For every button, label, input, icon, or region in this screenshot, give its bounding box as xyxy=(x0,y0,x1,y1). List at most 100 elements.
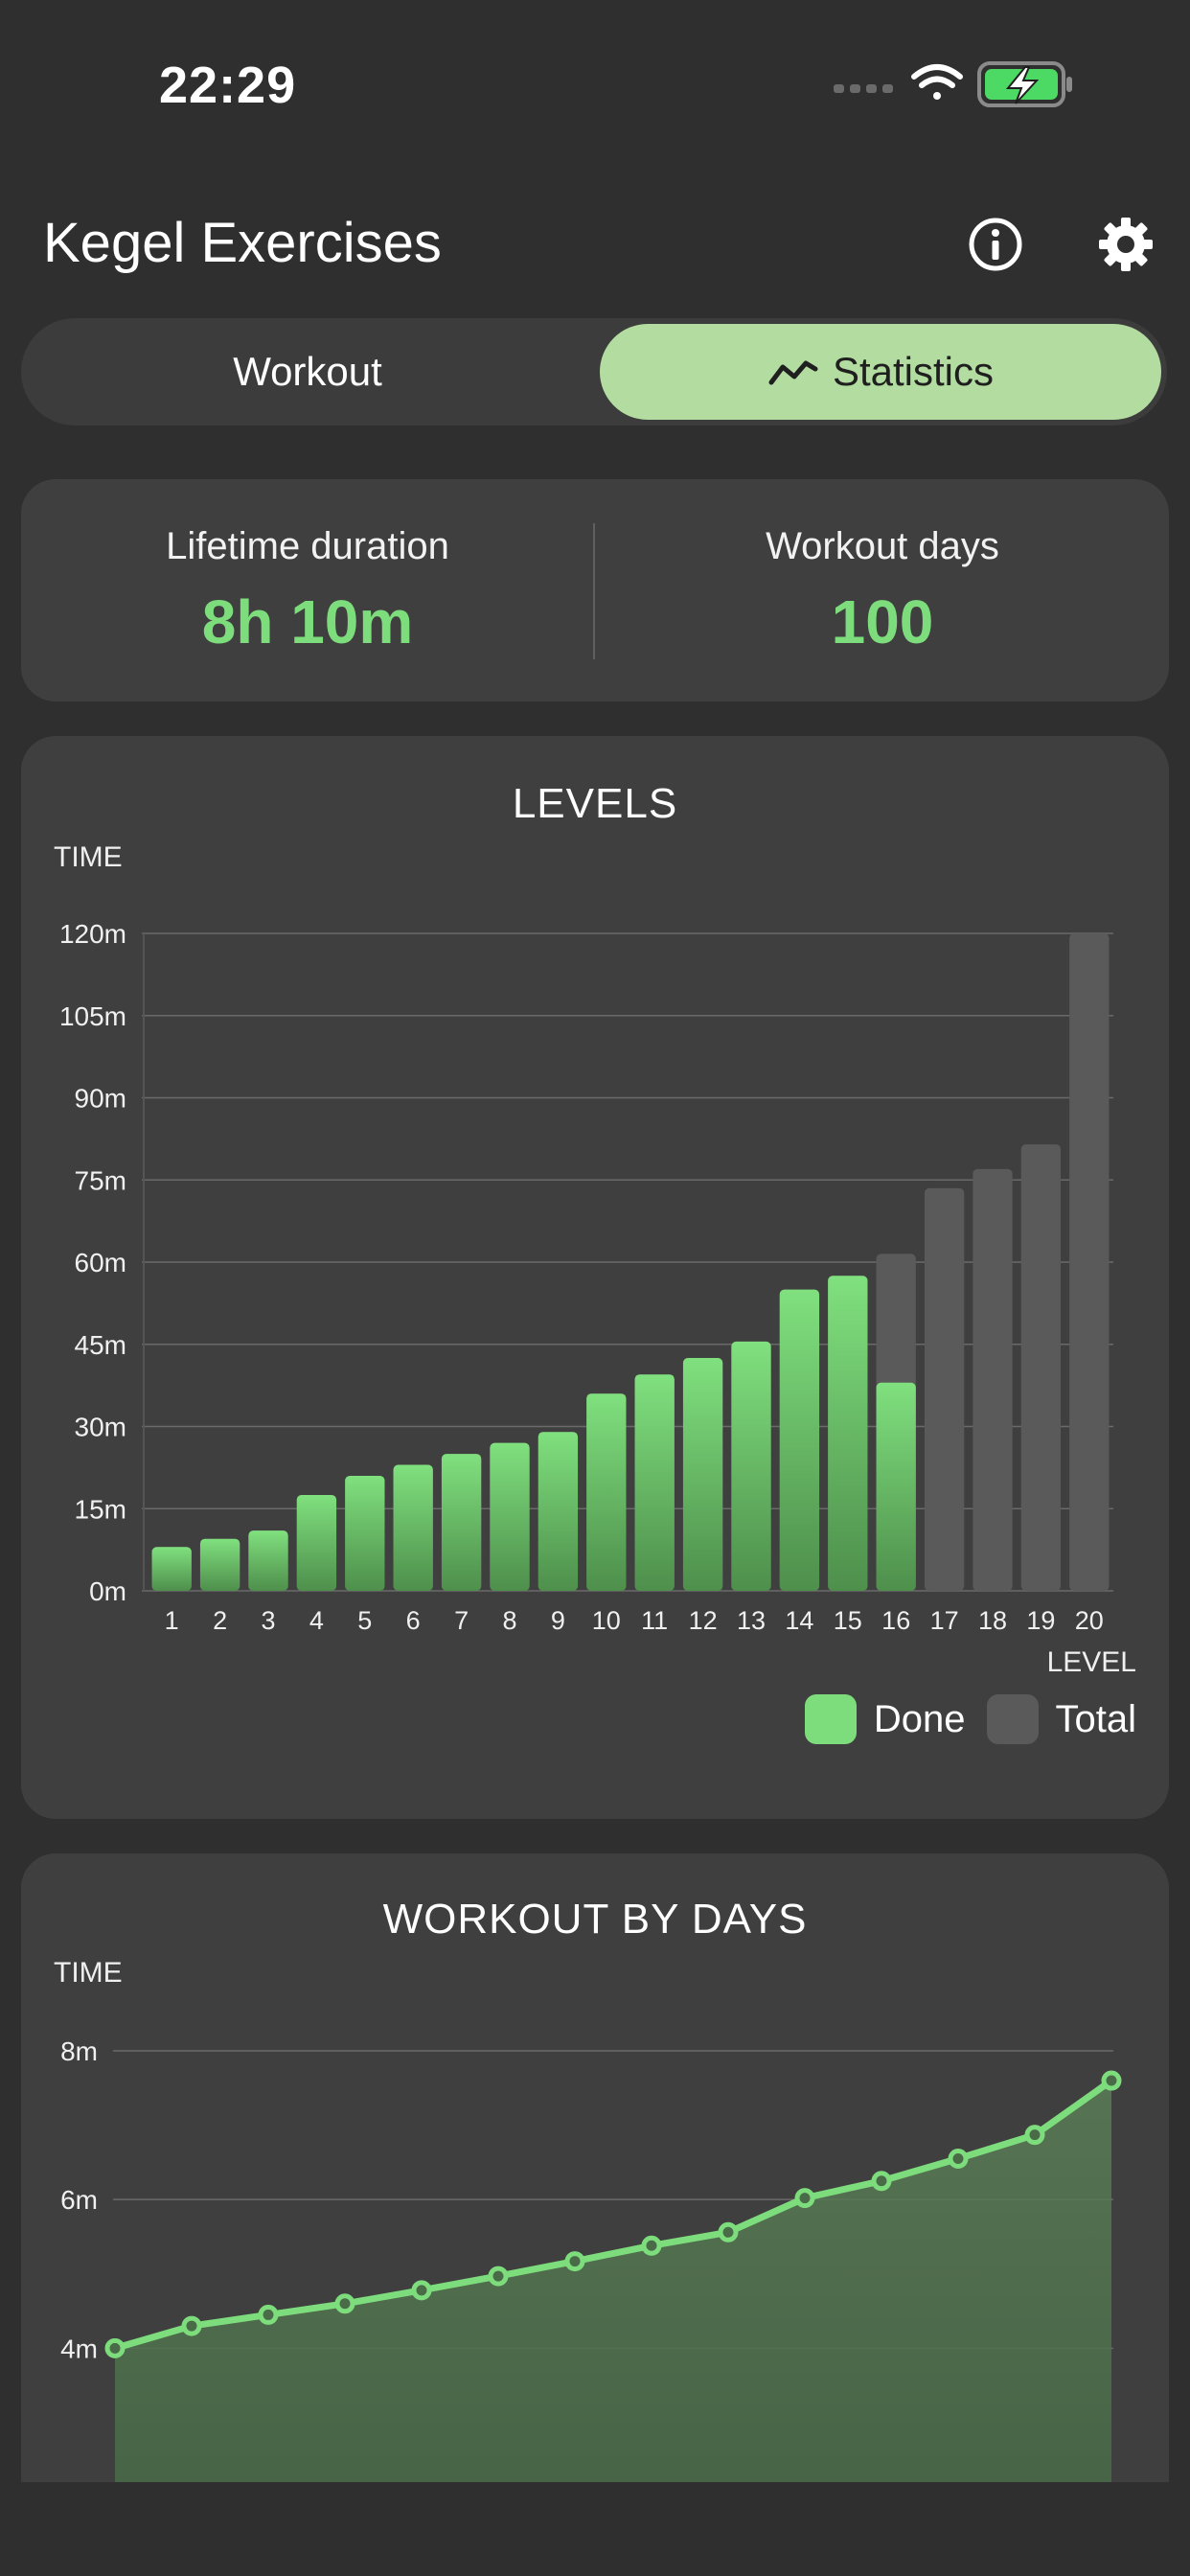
levels-bar-done xyxy=(586,1393,627,1591)
tab-statistics[interactable]: Statistics xyxy=(600,324,1161,420)
levels-x-tick-label: 6 xyxy=(406,1606,421,1635)
legend-done: Done xyxy=(804,1694,966,1744)
levels-bar-done xyxy=(296,1494,337,1591)
days-y-tick-label: 8m xyxy=(60,2036,98,2066)
levels-x-tick-label: 13 xyxy=(737,1606,766,1635)
levels-x-tick-label: 18 xyxy=(978,1606,1007,1635)
levels-bar-done xyxy=(490,1442,530,1591)
levels-x-tick-label: 10 xyxy=(592,1606,621,1635)
levels-y-tick-label: 0m xyxy=(89,1576,126,1606)
levels-bar-done xyxy=(731,1341,771,1591)
levels-bar-done xyxy=(345,1475,385,1591)
info-button[interactable] xyxy=(962,211,1029,278)
levels-x-tick-label: 9 xyxy=(551,1606,565,1635)
status-time: 22:29 xyxy=(159,57,297,114)
wifi-icon xyxy=(911,64,963,100)
levels-x-tick-label: 20 xyxy=(1075,1606,1104,1635)
tab-workout[interactable]: Workout xyxy=(27,324,588,420)
days-data-point xyxy=(488,2266,509,2287)
app-title: Kegel Exercises xyxy=(43,212,442,274)
levels-x-axis-label: LEVEL xyxy=(1046,1646,1136,1678)
settings-button[interactable] xyxy=(1092,211,1159,278)
levels-x-tick-label: 14 xyxy=(785,1606,813,1635)
levels-bar-done xyxy=(538,1432,579,1591)
levels-bar-done xyxy=(441,1454,482,1591)
levels-y-tick-label: 15m xyxy=(75,1494,126,1524)
summary-card: Lifetime duration 8h 10m Workout days 10… xyxy=(21,479,1169,702)
cellular-dots-icon xyxy=(834,84,893,93)
levels-bar-done xyxy=(876,1382,916,1591)
workout-days-value: 100 xyxy=(831,587,934,656)
levels-y-tick-label: 105m xyxy=(59,1001,126,1031)
levels-bar-total xyxy=(1069,933,1110,1591)
status-icons xyxy=(834,61,1072,107)
workout-by-days-area-chart: 4m 6m 8m xyxy=(60,2036,1122,2482)
levels-y-tick-label: 60m xyxy=(75,1248,126,1277)
days-y-tick-label: 6m xyxy=(60,2185,98,2215)
levels-bar-done xyxy=(634,1374,675,1591)
days-area-fill xyxy=(115,2081,1111,2482)
days-data-point xyxy=(411,2280,432,2301)
levels-bar-total xyxy=(973,1168,1013,1591)
info-icon xyxy=(969,218,1022,271)
legend-total: Total xyxy=(986,1694,1137,1744)
levels-x-tick-label: 16 xyxy=(881,1606,910,1635)
bottom-safe-area xyxy=(0,2482,1190,2576)
levels-x-tick-label: 15 xyxy=(834,1606,862,1635)
days-data-point xyxy=(794,2188,815,2209)
workout-days-label: Workout days xyxy=(766,525,999,567)
levels-y-tick-label: 90m xyxy=(75,1084,126,1114)
workout-days-stat: Workout days 100 xyxy=(596,479,1169,702)
levels-x-tick-label: 17 xyxy=(930,1606,959,1635)
legend-total-swatch xyxy=(986,1694,1039,1744)
trend-line-icon xyxy=(767,356,819,388)
levels-bar-done xyxy=(828,1276,868,1591)
days-data-point xyxy=(334,2293,355,2314)
legend-total-label: Total xyxy=(1055,1697,1137,1740)
levels-bar-done xyxy=(393,1464,433,1591)
levels-y-tick-label: 30m xyxy=(75,1413,126,1442)
days-data-point xyxy=(718,2221,739,2242)
levels-legend: Done Total xyxy=(784,1694,1136,1744)
levels-bar-done xyxy=(248,1530,288,1591)
levels-bar-chart: 0m15m30m45m60m75m90m105m120m1 2 3 4 5 6 7 8 9 10 1… xyxy=(59,919,1113,1635)
days-data-point xyxy=(258,2304,279,2325)
levels-y-tick-label: 45m xyxy=(75,1330,126,1360)
days-data-point xyxy=(1101,2070,1122,2091)
levels-x-tick-label: 4 xyxy=(309,1606,324,1635)
app-header: Kegel Exercises xyxy=(0,192,1190,297)
days-data-point xyxy=(948,2149,969,2169)
days-data-point xyxy=(181,2315,202,2336)
legend-done-swatch xyxy=(804,1694,857,1744)
levels-y-tick-label: 120m xyxy=(59,919,126,949)
levels-bar-total xyxy=(924,1187,965,1591)
battery-charging-icon xyxy=(977,61,1072,107)
levels-x-tick-label: 2 xyxy=(213,1606,227,1635)
tab-workout-label: Workout xyxy=(233,349,382,394)
levels-bar-done xyxy=(199,1538,240,1591)
tab-bar: Workout Statistics xyxy=(21,318,1167,426)
legend-done-label: Done xyxy=(873,1697,966,1740)
days-data-point xyxy=(1024,2125,1045,2146)
levels-bar-done xyxy=(779,1289,820,1591)
levels-chart-card: LEVELS TIME 0m 15m 30m 45m 60m 75m 90m 105m 120m… xyxy=(21,736,1169,1819)
status-bar: 22:29 xyxy=(0,0,1190,144)
levels-y-tick-label: 75m xyxy=(75,1165,126,1195)
lifetime-duration-stat: Lifetime duration 8h 10m xyxy=(21,479,594,702)
summary-divider xyxy=(593,523,595,659)
days-data-point xyxy=(564,2251,585,2272)
levels-x-tick-label: 3 xyxy=(261,1606,275,1635)
levels-x-tick-label: 7 xyxy=(454,1606,469,1635)
levels-x-tick-label: 19 xyxy=(1026,1606,1055,1635)
lifetime-duration-label: Lifetime duration xyxy=(166,525,449,567)
days-data-point xyxy=(104,2337,126,2358)
levels-bar-total xyxy=(1020,1144,1062,1591)
workout-by-days-card: WORKOUT BY DAYS TIME 4m 6m 8m xyxy=(21,1853,1169,2543)
levels-bar-done xyxy=(151,1547,192,1591)
days-data-point xyxy=(871,2171,892,2192)
levels-x-tick-label: 11 xyxy=(641,1606,668,1635)
levels-x-tick-label: 5 xyxy=(357,1606,372,1635)
levels-x-tick-label: 8 xyxy=(502,1606,516,1635)
days-data-point xyxy=(641,2235,662,2256)
gear-icon xyxy=(1099,218,1153,271)
